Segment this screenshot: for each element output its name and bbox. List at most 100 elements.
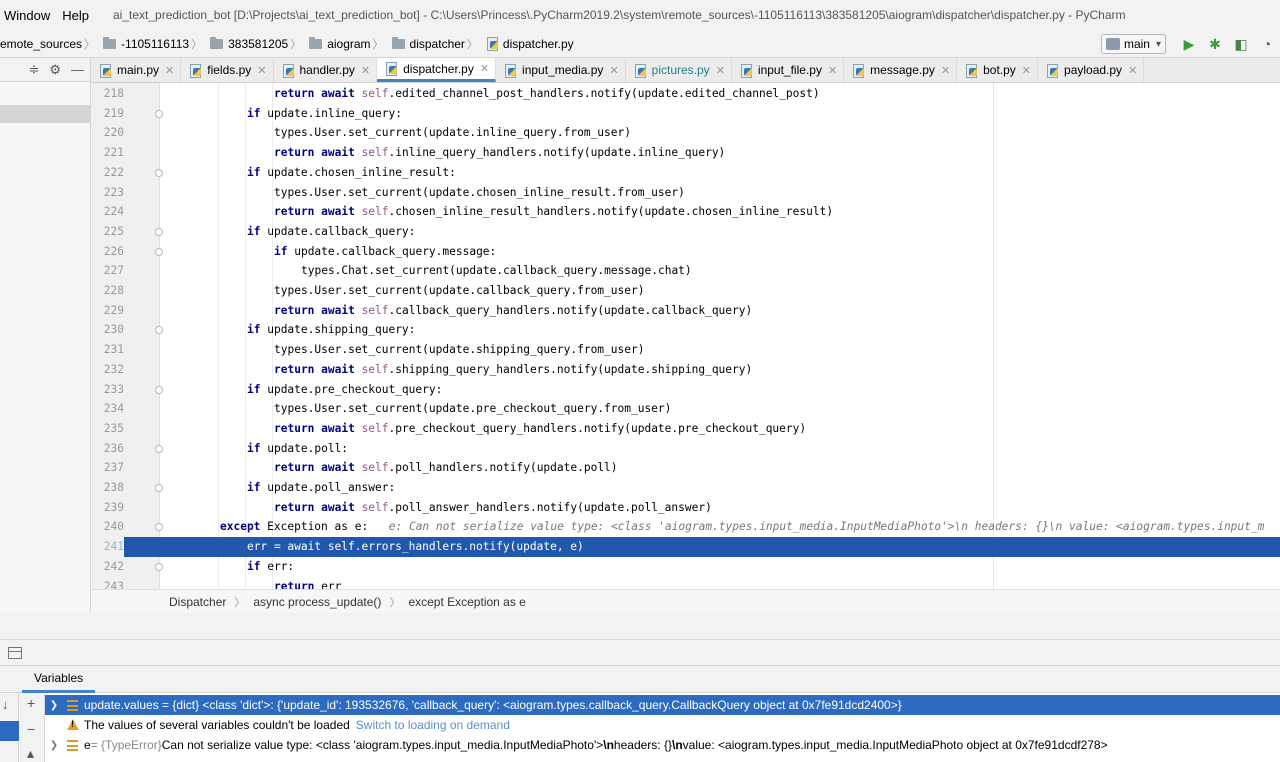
- code-line[interactable]: 234 types.User.set_current(update.pre_che…: [91, 399, 1280, 419]
- hide-icon[interactable]: —: [71, 62, 84, 77]
- line-number[interactable]: 232: [91, 360, 124, 380]
- tab-dispatcher-py[interactable]: dispatcher.py ✕: [377, 58, 497, 82]
- gear-icon[interactable]: ⚙: [49, 62, 61, 78]
- fold-marker-icon[interactable]: [155, 562, 163, 571]
- line-number[interactable]: 240: [91, 517, 124, 537]
- code-line[interactable]: 226 if update.callback_query.message:: [91, 242, 1280, 262]
- code-line[interactable]: 224 return await self.chosen_inline_resul…: [91, 202, 1280, 222]
- code-line[interactable]: 236 if update.poll:: [91, 439, 1280, 459]
- breadcrumb-method[interactable]: async process_update(): [253, 595, 381, 609]
- code-line[interactable]: 220 types.User.set_current(update.inline_…: [91, 123, 1280, 143]
- close-icon[interactable]: ✕: [165, 64, 174, 77]
- line-number[interactable]: 233: [91, 380, 124, 400]
- nav-crumb-folder-2[interactable]: 383581205 〉: [210, 36, 309, 52]
- fold-marker-icon[interactable]: [155, 326, 163, 335]
- line-number[interactable]: 229: [91, 301, 124, 321]
- menu-window[interactable]: Window: [0, 8, 56, 23]
- line-number[interactable]: 237: [91, 458, 124, 478]
- nav-crumb-file[interactable]: dispatcher.py: [486, 37, 578, 51]
- line-number[interactable]: 221: [91, 143, 124, 163]
- variable-row-e[interactable]: ❯ e = {TypeError} Can not serialize valu…: [45, 735, 1280, 755]
- code-line[interactable]: 239 return await self.poll_answer_handler…: [91, 498, 1280, 518]
- line-number[interactable]: 220: [91, 123, 124, 143]
- line-number[interactable]: 219: [91, 104, 124, 124]
- expand-arrow-icon[interactable]: ❯: [47, 740, 61, 751]
- code-line[interactable]: 218 return await self.edited_channel_post…: [91, 84, 1280, 104]
- line-number[interactable]: 218: [91, 84, 124, 104]
- close-icon[interactable]: ✕: [609, 64, 618, 77]
- nav-crumb-dispatcher[interactable]: dispatcher 〉: [391, 36, 486, 52]
- close-icon[interactable]: ✕: [828, 64, 837, 77]
- menu-help[interactable]: Help: [56, 8, 95, 23]
- code-line[interactable]: 223 types.User.set_current(update.chosen_…: [91, 183, 1280, 203]
- add-watch-icon[interactable]: +: [27, 695, 35, 711]
- fold-marker-icon[interactable]: [155, 247, 163, 256]
- coverage-icon[interactable]: ◧: [1228, 36, 1254, 53]
- selected-frame-marker[interactable]: [0, 721, 19, 741]
- line-number[interactable]: 235: [91, 419, 124, 439]
- code-line[interactable]: 242 if err:: [91, 557, 1280, 577]
- code-line[interactable]: 232 return await self.shipping_query_hand…: [91, 360, 1280, 380]
- code-line[interactable]: 233 if update.pre_checkout_query:: [91, 380, 1280, 400]
- run-config-dropdown[interactable]: main ▾: [1100, 34, 1166, 54]
- line-number[interactable]: 236: [91, 439, 124, 459]
- fold-marker-icon[interactable]: [155, 444, 163, 453]
- profile-icon[interactable]: ◔: [1254, 36, 1280, 52]
- code-line[interactable]: 230 if update.shipping_query:: [91, 320, 1280, 340]
- tab-input_media-py[interactable]: input_media.py ✕: [496, 58, 626, 82]
- line-number[interactable]: 223: [91, 183, 124, 203]
- move-up-icon[interactable]: ▴: [27, 745, 34, 762]
- code-line[interactable]: 243 return err: [91, 577, 1280, 590]
- code-line[interactable]: 241 err = await self.errors_handlers.noti…: [91, 537, 1280, 557]
- arrow-down-icon[interactable]: ↓: [2, 697, 9, 712]
- fold-marker-icon[interactable]: [155, 484, 163, 492]
- code-line[interactable]: 235 return await self.pre_checkout_query_…: [91, 419, 1280, 439]
- code-line[interactable]: 222 if update.chosen_inline_result:: [91, 163, 1280, 183]
- breadcrumb-block[interactable]: except Exception as e: [408, 595, 525, 609]
- code-line[interactable]: 225 if update.callback_query:: [91, 222, 1280, 242]
- close-icon[interactable]: ✕: [257, 64, 266, 77]
- line-number[interactable]: 224: [91, 202, 124, 222]
- fold-marker-icon[interactable]: [155, 109, 163, 118]
- tab-message-py[interactable]: message.py ✕: [844, 58, 958, 82]
- line-number[interactable]: 225: [91, 222, 124, 242]
- code-line[interactable]: 238 if update.poll_answer:: [91, 478, 1280, 498]
- close-icon[interactable]: ✕: [1128, 64, 1137, 77]
- code-line[interactable]: 229 return await self.callback_query_hand…: [91, 301, 1280, 321]
- code-line[interactable]: 237 return await self.poll_handlers.notif…: [91, 458, 1280, 478]
- breadcrumb-class[interactable]: Dispatcher: [169, 595, 226, 609]
- project-tree-selected-row[interactable]: [0, 105, 90, 123]
- line-number[interactable]: 227: [91, 261, 124, 281]
- line-number[interactable]: 231: [91, 340, 124, 360]
- expand-arrow-icon[interactable]: ❯: [47, 700, 61, 711]
- line-number[interactable]: 243: [91, 577, 124, 590]
- code-line[interactable]: 227 types.Chat.set_current(update.callbac…: [91, 261, 1280, 281]
- fold-marker-icon[interactable]: [155, 523, 163, 532]
- code-line[interactable]: 240 except Exception as e: e: Can not seri…: [91, 517, 1280, 537]
- debug-icon[interactable]: ✱: [1202, 36, 1228, 53]
- remove-watch-icon[interactable]: −: [27, 721, 35, 737]
- close-icon[interactable]: ✕: [941, 64, 950, 77]
- tab-variables[interactable]: Variables: [22, 666, 96, 693]
- close-icon[interactable]: ✕: [480, 62, 489, 75]
- line-number[interactable]: 239: [91, 498, 124, 518]
- line-number[interactable]: 242: [91, 557, 124, 577]
- fold-marker-icon[interactable]: [155, 385, 163, 394]
- variable-row-update-values[interactable]: ❯ update.values = {dict} <class 'dict'>:…: [45, 695, 1280, 715]
- line-number[interactable]: 226: [91, 242, 124, 262]
- collapse-all-icon[interactable]: ≑: [28, 62, 39, 78]
- code-line[interactable]: 231 types.User.set_current(update.shippin…: [91, 340, 1280, 360]
- close-icon[interactable]: ✕: [716, 64, 725, 77]
- fold-marker-icon[interactable]: [155, 227, 163, 236]
- close-icon[interactable]: ✕: [361, 64, 370, 77]
- nav-crumb-aiogram[interactable]: aiogram 〉: [309, 36, 391, 52]
- line-number[interactable]: 241: [91, 537, 124, 557]
- tab-pictures-py[interactable]: pictures.py ✕: [626, 58, 732, 82]
- line-number[interactable]: 222: [91, 163, 124, 183]
- nav-crumb-remote-sources[interactable]: emote_sources 〉: [0, 36, 103, 52]
- tab-bot-py[interactable]: bot.py ✕: [957, 58, 1039, 82]
- nav-crumb-folder-1[interactable]: -1105116113 〉: [103, 36, 210, 52]
- frames-layout-icon[interactable]: [8, 646, 22, 659]
- fold-marker-icon[interactable]: [155, 168, 163, 177]
- tab-main-py[interactable]: main.py ✕: [91, 58, 182, 82]
